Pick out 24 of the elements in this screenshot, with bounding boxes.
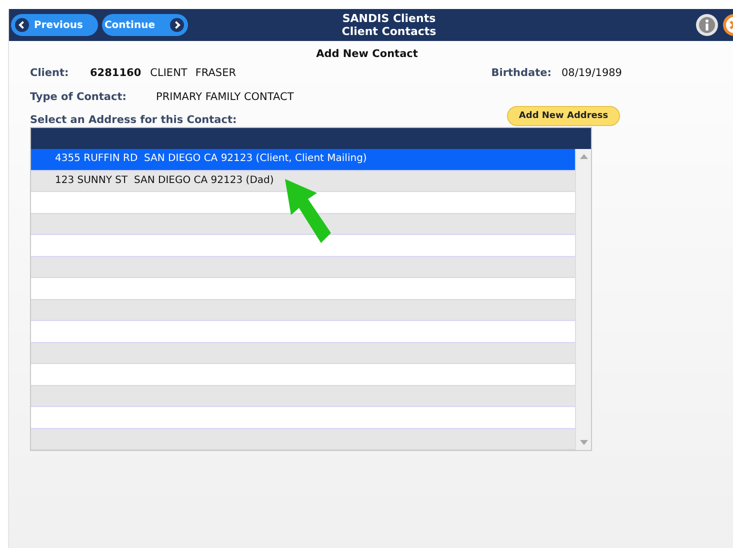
contact-type-value: PRIMARY FAMILY CONTACT <box>156 91 294 103</box>
client-number: 6281160 <box>90 67 142 79</box>
scroll-up-icon[interactable] <box>580 154 588 159</box>
form-heading: Add New Contact <box>315 48 419 61</box>
field-label: Select an Address for this Contact: <box>30 114 237 126</box>
field-label: Birthdate: <box>491 67 552 79</box>
left-chevron-icon <box>15 18 29 32</box>
address-row[interactable]: 123 SUNNY ST SAN DIEGO CA 92123 (Dad) <box>31 170 575 192</box>
scroll-down-icon[interactable] <box>580 440 588 445</box>
client-last-name: FRASER <box>195 67 236 79</box>
previous-button[interactable]: Previous <box>11 14 98 36</box>
add-address-button[interactable]: Add New Address <box>507 106 620 126</box>
field-label: Client: <box>30 67 70 79</box>
info-icon[interactable] <box>695 13 719 37</box>
scrollbar[interactable] <box>575 149 591 450</box>
address-row[interactable]: 4355 RUFFIN RD SAN DIEGO CA 92123 (Client, Client Mailing) <box>31 149 575 170</box>
birthdate-value: 08/19/1989 <box>561 67 622 79</box>
client-first-name: CLIENT <box>150 67 188 79</box>
next-button[interactable]: Continue <box>102 14 188 36</box>
field-label: Type of Contact: <box>30 91 128 103</box>
page-title: Client Contacts <box>342 25 436 38</box>
right-chevron-icon <box>170 18 184 32</box>
app-title: SANDIS Clients <box>342 12 436 25</box>
pointer-arrow-icon <box>283 177 333 245</box>
